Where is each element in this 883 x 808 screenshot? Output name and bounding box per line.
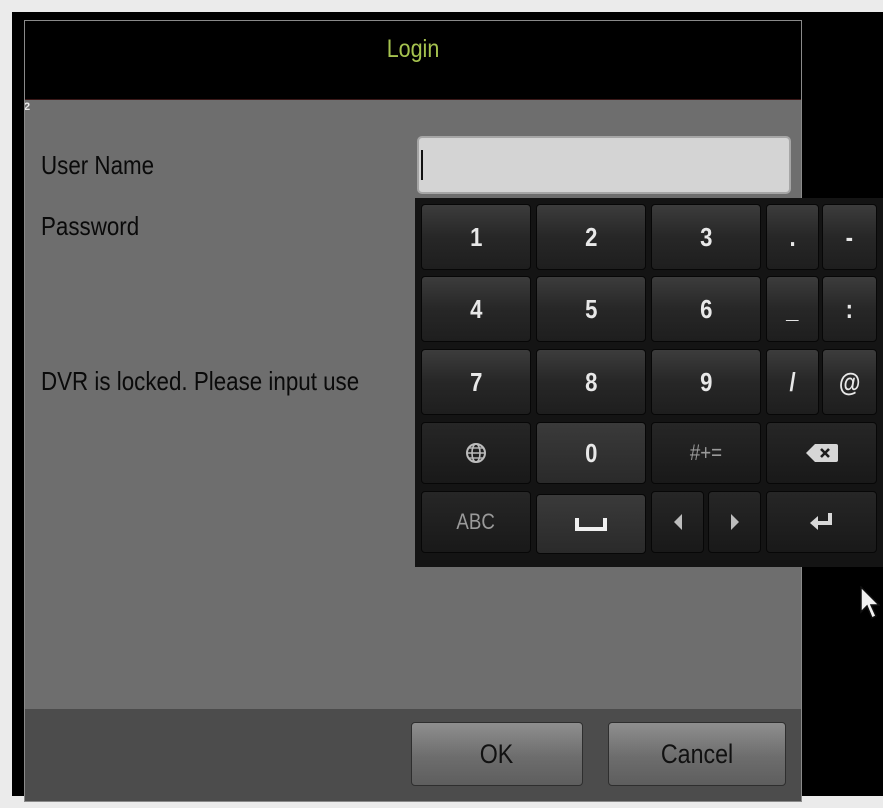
- key-abc[interactable]: ABC: [421, 491, 531, 553]
- enter-icon: [809, 513, 832, 530]
- cancel-button[interactable]: Cancel: [608, 722, 786, 786]
- key-space[interactable]: [536, 494, 646, 554]
- key-right[interactable]: [708, 491, 761, 553]
- key-1[interactable]: 1: [421, 204, 531, 270]
- key-period[interactable]: .: [766, 204, 819, 270]
- key-symbols[interactable]: #+=: [651, 422, 761, 484]
- key-at[interactable]: @: [822, 349, 877, 415]
- key-2[interactable]: 2: [536, 204, 646, 270]
- key-backspace[interactable]: [766, 422, 877, 484]
- ok-button[interactable]: OK: [411, 722, 583, 786]
- password-label: Password: [41, 211, 140, 241]
- key-8[interactable]: 8: [536, 349, 646, 415]
- arrow-right-icon: [730, 514, 739, 530]
- key-9[interactable]: 9: [651, 349, 761, 415]
- key-underscore[interactable]: _: [766, 276, 819, 342]
- edge-marker: 2: [24, 101, 31, 113]
- key-slash[interactable]: /: [766, 349, 819, 415]
- space-icon: [575, 518, 607, 531]
- dialog-title: Login: [386, 35, 440, 63]
- key-hyphen[interactable]: -: [822, 204, 877, 270]
- onscreen-keyboard: 1 2 3 . - 4 5 6 _ : 7 8 9 / @ 0 #+= ABC: [415, 198, 883, 567]
- key-language[interactable]: [421, 422, 531, 484]
- backspace-icon: [805, 444, 838, 462]
- key-left[interactable]: [651, 491, 704, 553]
- key-3[interactable]: 3: [651, 204, 761, 270]
- username-label: User Name: [41, 150, 155, 180]
- text-caret: [421, 150, 423, 180]
- dialog-titlebar: Login: [25, 21, 801, 100]
- key-0[interactable]: 0: [536, 422, 646, 484]
- key-4[interactable]: 4: [421, 276, 531, 342]
- key-colon[interactable]: :: [822, 276, 877, 342]
- globe-icon: [466, 443, 486, 463]
- key-6[interactable]: 6: [651, 276, 761, 342]
- arrow-left-icon: [673, 514, 682, 530]
- key-5[interactable]: 5: [536, 276, 646, 342]
- locked-message: DVR is locked. Please input use: [41, 366, 360, 396]
- key-enter[interactable]: [766, 491, 877, 553]
- dialog-footer: OK Cancel: [25, 709, 801, 801]
- username-input[interactable]: [417, 136, 791, 194]
- key-7[interactable]: 7: [421, 349, 531, 415]
- mouse-pointer-icon: [860, 586, 880, 620]
